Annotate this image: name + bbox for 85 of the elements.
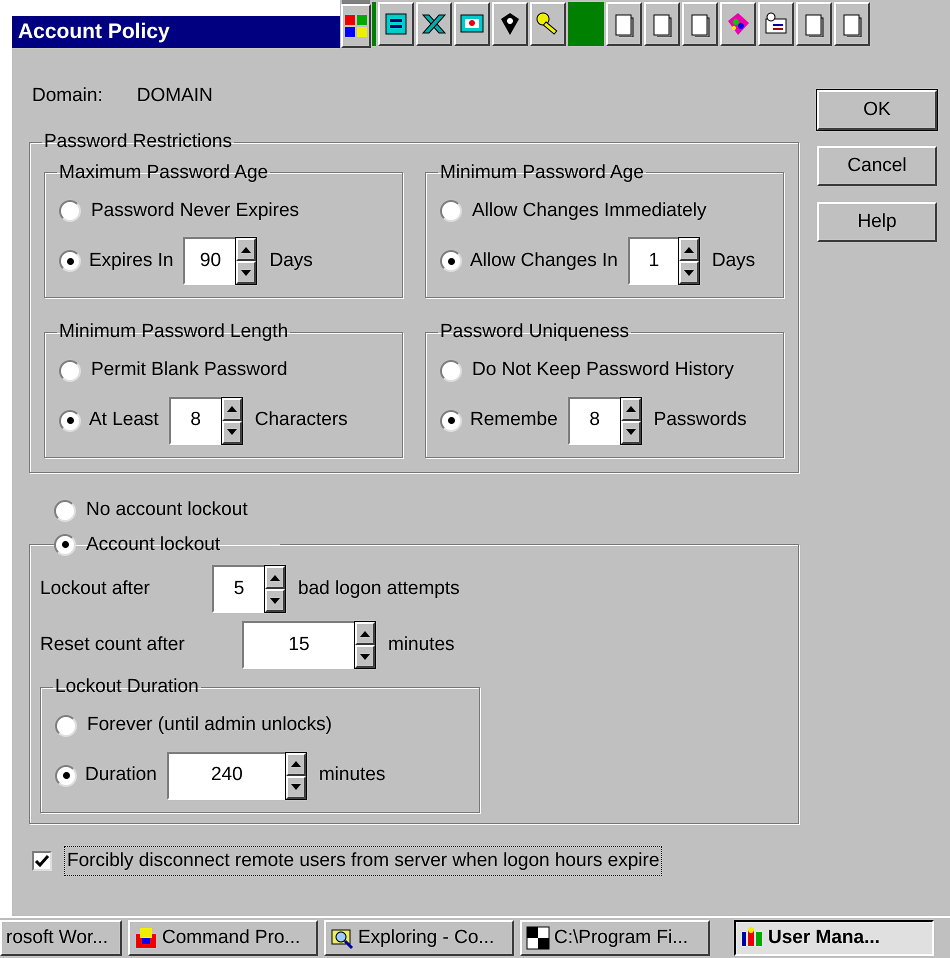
spin-buttons[interactable] [620, 396, 642, 444]
number-field[interactable]: 5 [212, 565, 264, 613]
radio-button[interactable] [440, 250, 462, 272]
checkered-icon [526, 926, 550, 950]
option-label: At Least [89, 408, 159, 432]
radio-button[interactable] [54, 534, 76, 556]
dialog-button[interactable]: Cancel [817, 146, 937, 186]
down-arrow-icon [241, 270, 252, 276]
field-label: Reset count after [40, 632, 186, 657]
option-label: Allow Changes Immediately [472, 198, 706, 223]
spin-buttons[interactable] [264, 565, 286, 613]
check-icon [35, 854, 49, 867]
group-title: Maximum Password Age [58, 160, 270, 184]
option-label: Do Not Keep Password History [472, 358, 734, 382]
up-arrow-icon [684, 246, 694, 252]
unit-label: Passwords [654, 408, 747, 432]
group-title: Password Uniqueness [439, 320, 630, 344]
spin-buttons[interactable] [235, 237, 258, 285]
down-arrow-icon [270, 598, 280, 604]
taskbar-button[interactable]: Command Pro... [128, 920, 318, 956]
dialog-button[interactable]: OK [817, 90, 937, 130]
taskbar-button[interactable]: C:\Program Fi... [520, 920, 710, 956]
radio-button[interactable] [59, 410, 81, 432]
unit-label: bad logon attempts [298, 576, 460, 601]
tile-icon[interactable] [568, 2, 604, 46]
document-icon[interactable] [383, 11, 409, 37]
unit-label: Days [269, 248, 313, 273]
down-arrow-icon [626, 429, 636, 435]
option-label: Account lockout [86, 532, 220, 556]
option-label: Password Never Expires [91, 198, 300, 223]
domain-value: DOMAIN [136, 84, 213, 108]
up-arrow-icon [226, 406, 237, 412]
spin-buttons[interactable] [220, 396, 243, 444]
down-arrow-icon [226, 429, 237, 435]
unit-label: Days [712, 248, 756, 273]
option-label: Forever (until admin unlocks) [87, 713, 332, 738]
spin-buttons[interactable] [284, 752, 307, 800]
window-title: Account Policy [18, 19, 170, 46]
up-arrow-icon [241, 246, 252, 252]
number-field[interactable]: 1 [628, 237, 678, 285]
number-field[interactable]: 240 [166, 752, 285, 800]
down-arrow-icon [684, 270, 694, 276]
checkbox[interactable] [32, 850, 52, 871]
up-arrow-icon [360, 630, 370, 636]
domain-label: Domain: [32, 84, 103, 108]
option-label: Expires In [89, 248, 174, 273]
down-arrow-icon [290, 784, 301, 790]
grid-icon[interactable] [343, 13, 369, 39]
option-label: Allow Changes In [470, 248, 618, 273]
taskbar-button[interactable]: User Mana... [734, 920, 934, 956]
down-arrow-icon [360, 654, 370, 660]
number-field[interactable]: 8 [568, 396, 620, 444]
radio-button[interactable] [440, 200, 462, 222]
spin-buttons[interactable] [678, 237, 700, 285]
option-label: Duration [85, 763, 157, 788]
radio-button[interactable] [54, 500, 76, 522]
up-arrow-icon [626, 406, 636, 412]
option-label: Remembe [470, 408, 558, 432]
up-arrow-icon [270, 574, 280, 580]
dialog-button[interactable]: Help [817, 202, 937, 242]
taskbar-button[interactable]: Exploring - Co... [324, 920, 514, 956]
option-label: Permit Blank Password [91, 358, 288, 382]
radio-button[interactable] [55, 764, 77, 786]
unit-label: minutes [318, 763, 386, 788]
up-arrow-icon [290, 761, 301, 767]
radio-button[interactable] [440, 360, 462, 382]
group-title: Lockout Duration [54, 675, 200, 699]
group-title: Minimum Password Length [58, 320, 290, 344]
unit-label: minutes [388, 632, 455, 657]
field-label: Lockout after [40, 576, 151, 601]
number-field[interactable]: 90 [183, 237, 236, 285]
number-field[interactable]: 8 [168, 396, 221, 444]
radio-button[interactable] [59, 250, 81, 272]
option-label: No account lockout [86, 498, 248, 522]
radio-button[interactable] [59, 360, 81, 382]
spin-buttons[interactable] [354, 621, 376, 669]
radio-button[interactable] [59, 200, 81, 222]
unit-label: Characters [254, 408, 348, 432]
checkbox-label: Forcibly disconnect remote users from server when logon hours expire [64, 846, 662, 876]
group-title: Password Restrictions [43, 130, 233, 154]
radio-button[interactable] [440, 410, 462, 432]
number-field[interactable]: 15 [242, 621, 354, 669]
taskbar-button[interactable]: rosoft Wor... [0, 920, 122, 956]
group-title: Minimum Password Age [439, 160, 645, 184]
radio-button[interactable] [55, 714, 77, 736]
